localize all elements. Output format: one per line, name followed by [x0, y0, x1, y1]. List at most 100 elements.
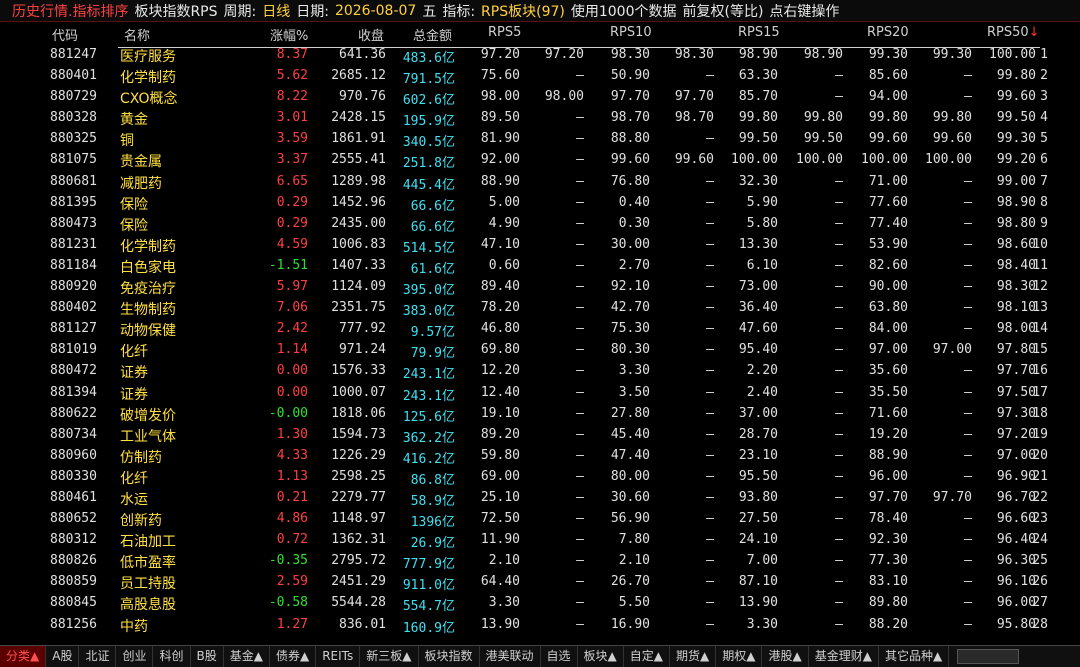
row-change: 3.01: [276, 110, 308, 126]
table-row[interactable]: 3 880729 CXO概念 8.22 970.76 602.6亿 98.00 98.00 97…: [0, 87, 1080, 108]
tab-item[interactable]: B股: [191, 646, 224, 667]
table-row[interactable]: 22 880461 水运 0.21 2279.77 58.9亿 25.10–30.60–93…: [0, 488, 1080, 509]
row-rps15: 99.50: [738, 131, 778, 147]
row-rps20-hit: –: [964, 194, 972, 210]
table-row[interactable]: 2 880401 化学制药 5.62 2685.12 791.5亿 75.60 – 50.90 –…: [0, 66, 1080, 87]
row-amount: 791.5亿: [402, 72, 455, 88]
row-amount: 243.1亿: [402, 367, 455, 383]
table-row[interactable]: 14 881127 动物保健 2.42 777.92 9.57亿 46.80–75.30–4…: [0, 319, 1080, 340]
table-row[interactable]: 8 881395 保险 0.29 1452.96 66.6亿 5.00 – 0.40 – 5.90 –…: [0, 193, 1080, 214]
row-rps5: 3.30: [488, 595, 520, 611]
row-code: 880920: [50, 279, 97, 295]
row-code: 880461: [50, 489, 97, 505]
tab-item[interactable]: 其它品种▲: [879, 646, 950, 667]
table-row[interactable]: 11 881184 白色家电 -1.51 1407.33 61.6亿 0.60–2.70–6…: [0, 256, 1080, 277]
row-name: 创新药: [120, 513, 162, 530]
title-history-quote[interactable]: 历史行情.指标排序: [12, 1, 128, 21]
col-rps5[interactable]: RPS5: [488, 25, 521, 40]
col-rps15[interactable]: RPS15: [738, 25, 780, 40]
tab-item[interactable]: 板块指数: [419, 646, 480, 667]
row-price: 777.92: [339, 321, 386, 337]
tab-item[interactable]: 板块▲: [578, 646, 624, 667]
tab-item[interactable]: 期权▲: [716, 646, 763, 667]
col-price[interactable]: 收盘: [358, 25, 384, 44]
table-row[interactable]: 9 880473 保险 0.29 2435.00 66.6亿 4.90 – 0.30 – 5.80 –…: [0, 214, 1080, 235]
row-rps5-hit: –: [576, 447, 584, 463]
row-price: 1362.31: [331, 532, 386, 548]
table-row[interactable]: 23 880652 创新药 4.86 1148.97 1396亿 72.50–56.90–2…: [0, 509, 1080, 530]
table-row[interactable]: 24 880312 石油加工 0.72 1362.31 26.9亿 11.90–7.80–2…: [0, 530, 1080, 551]
tab-item[interactable]: 分类▲: [0, 646, 47, 667]
table-row[interactable]: 18 880622 破增发价 -0.00 1818.06 125.6亿 19.10–27.8…: [0, 404, 1080, 425]
table-row[interactable]: 28 881256 中药 1.27 836.01 160.9亿 13.90–16.90–3.…: [0, 615, 1080, 636]
tab-item[interactable]: 港股▲: [762, 646, 809, 667]
row-rps10: 3.30: [618, 363, 650, 379]
table-row[interactable]: 5 880325 铜 3.59 1861.91 340.5亿 81.90 – 88.80 – 99.…: [0, 129, 1080, 150]
col-rps10[interactable]: RPS10: [610, 25, 652, 40]
row-name: 保险: [120, 196, 148, 213]
tab-item[interactable]: REITs: [316, 646, 361, 667]
tab-item[interactable]: 自定▲: [624, 646, 671, 667]
table-row[interactable]: 12 880920 免疫治疗 5.97 1124.09 395.0亿 89.40–92.10…: [0, 277, 1080, 298]
table-row[interactable]: 26 880859 员工持股 2.59 2451.29 911.0亿 64.40–26.70…: [0, 572, 1080, 593]
table-row[interactable]: 6 881075 贵金属 3.37 2555.41 251.8亿 92.00 – 99.60 99…: [0, 150, 1080, 171]
row-code: 880330: [50, 468, 97, 484]
row-rps5-hit: –: [576, 321, 584, 337]
tab-item[interactable]: 创业: [116, 646, 154, 667]
row-rps20: 97.00: [868, 342, 908, 358]
row-rps10: 99.60: [610, 152, 650, 168]
tab-item[interactable]: 基金理财▲: [809, 646, 879, 667]
row-rps5: 69.80: [480, 342, 520, 358]
tab-item[interactable]: 港美联动: [480, 646, 541, 667]
row-code: 880472: [50, 363, 97, 379]
tab-item[interactable]: 北证: [79, 646, 117, 667]
table-row[interactable]: 15 881019 化纤 1.14 971.24 79.9亿 69.80–80.30–95.…: [0, 340, 1080, 361]
row-rps50: 98.00: [996, 321, 1036, 337]
table-row[interactable]: 17 881394 证券 0.00 1000.07 243.1亿 12.40–3.50–2.…: [0, 383, 1080, 404]
tab-item[interactable]: 新三板▲: [360, 646, 419, 667]
col-name[interactable]: 名称: [124, 25, 150, 44]
row-code: 880622: [50, 405, 97, 421]
row-rps10: 97.70: [610, 89, 650, 105]
tab-item[interactable]: 科创: [153, 646, 191, 667]
tab-item[interactable]: 基金▲: [224, 646, 270, 667]
title-adjust-mode[interactable]: 前复权(等比): [682, 1, 763, 21]
row-rps10-hit: –: [706, 300, 714, 316]
col-rps50[interactable]: RPS50↓: [987, 25, 1040, 40]
row-rps10: 50.90: [610, 68, 650, 84]
tab-item[interactable]: 自选: [541, 646, 578, 667]
title-date-value[interactable]: 2026-08-07: [335, 3, 416, 19]
table-row[interactable]: 16 880472 证券 0.00 1576.33 243.1亿 12.20–3.30–2.…: [0, 361, 1080, 382]
row-name: 低市盈率: [120, 555, 176, 572]
col-amount[interactable]: 总金额: [413, 25, 452, 44]
horizontal-scrollbar[interactable]: [957, 649, 1020, 664]
tab-item[interactable]: A股: [46, 646, 80, 667]
row-amount: 160.9亿: [402, 620, 455, 636]
table-row[interactable]: 10 881231 化学制药 4.59 1006.83 514.5亿 47.10–30.00…: [0, 235, 1080, 256]
row-name: 高股息股: [120, 597, 176, 614]
table-row[interactable]: 1 881247 医疗服务 8.37 641.36 483.6亿 97.20 97.20 98.…: [0, 45, 1080, 66]
row-rps20-hit: –: [964, 279, 972, 295]
table-row[interactable]: 27 880845 高股息股 -0.58 5544.28 554.7亿 3.30–5.50–…: [0, 593, 1080, 614]
table-row[interactable]: 4 880328 黄金 3.01 2428.15 195.9亿 89.50 – 98.70 98.…: [0, 108, 1080, 129]
row-amount: 125.6亿: [402, 409, 455, 425]
title-period-value[interactable]: 日线: [262, 1, 290, 21]
tab-item[interactable]: 债券▲: [270, 646, 317, 667]
table-row[interactable]: 20 880960 仿制药 4.33 1226.29 416.2亿 59.80–47.40–…: [0, 446, 1080, 467]
row-amount: 445.4亿: [402, 177, 455, 193]
row-rps50: 96.30: [996, 553, 1036, 569]
col-rps20[interactable]: RPS20: [867, 25, 909, 40]
row-rps20-hit: –: [964, 257, 972, 273]
row-rps5-hit: –: [576, 553, 584, 569]
table-row[interactable]: 21 880330 化纤 1.13 2598.25 86.8亿 69.00–80.00–95…: [0, 467, 1080, 488]
tab-item[interactable]: 期货▲: [670, 646, 717, 667]
table-row[interactable]: 25 880826 低市盈率 -0.35 2795.72 777.9亿 2.10–2.10–…: [0, 551, 1080, 572]
table-row[interactable]: 19 880734 工业气体 1.30 1594.73 362.2亿 89.20–45.40…: [0, 425, 1080, 446]
row-rps50: 98.80: [996, 215, 1036, 231]
row-rps15: 13.30: [738, 236, 778, 252]
col-change[interactable]: 涨幅%: [270, 25, 308, 44]
table-row[interactable]: 13 880402 生物制药 7.06 2351.75 383.0亿 78.20–42.70…: [0, 298, 1080, 319]
title-indicator-value[interactable]: RPS板块(97): [481, 1, 565, 21]
table-row[interactable]: 7 880681 减肥药 6.65 1289.98 445.4亿 88.90 – 76.80 – 3…: [0, 172, 1080, 193]
col-code[interactable]: 代码: [52, 25, 78, 44]
